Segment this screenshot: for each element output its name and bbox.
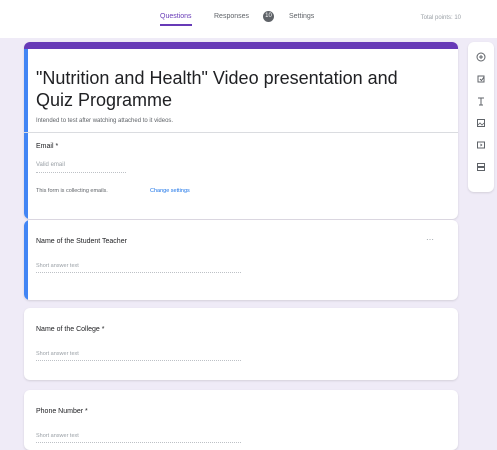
form-title-card[interactable]: "Nutrition and Health" Video presentatio… bbox=[24, 42, 458, 219]
form-description[interactable]: Intended to test after watching attached… bbox=[36, 118, 173, 124]
divider bbox=[24, 132, 458, 133]
short-answer-placeholder: Short answer text bbox=[36, 263, 79, 269]
add-title-icon[interactable] bbox=[476, 96, 486, 106]
email-field-line bbox=[36, 172, 126, 173]
answer-line bbox=[36, 272, 241, 273]
top-bar: Questions Responses 10 Settings Total po… bbox=[0, 0, 497, 38]
add-image-icon[interactable] bbox=[476, 118, 486, 128]
import-questions-icon[interactable] bbox=[476, 74, 486, 84]
question-label[interactable]: Name of the College * bbox=[36, 326, 104, 333]
question-card[interactable]: Phone Number * Short answer text bbox=[24, 390, 458, 450]
short-answer-placeholder: Short answer text bbox=[36, 433, 79, 439]
tab-questions[interactable]: Questions bbox=[160, 13, 192, 26]
question-card[interactable]: Name of the College * Short answer text bbox=[24, 308, 458, 380]
form-title[interactable]: "Nutrition and Health" Video presentatio… bbox=[36, 67, 436, 111]
question-card[interactable]: Name of the Student Teacher ⋯ Short answ… bbox=[24, 220, 458, 300]
answer-line bbox=[36, 442, 241, 443]
focus-indicator bbox=[24, 49, 28, 219]
focus-indicator bbox=[24, 220, 28, 300]
add-section-icon[interactable] bbox=[476, 162, 486, 172]
email-placeholder: Valid email bbox=[36, 162, 65, 168]
email-collection-note: This form is collecting emails. bbox=[36, 188, 108, 194]
short-answer-placeholder: Short answer text bbox=[36, 351, 79, 357]
drag-handle-icon[interactable]: ⋯ bbox=[426, 235, 434, 244]
email-label: Email * bbox=[36, 143, 59, 150]
floating-toolbar bbox=[468, 42, 494, 192]
total-points: Total points: 10 bbox=[420, 15, 461, 21]
question-label[interactable]: Name of the Student Teacher bbox=[36, 238, 127, 245]
question-label[interactable]: Phone Number * bbox=[36, 408, 88, 415]
responses-count-badge: 10 bbox=[263, 11, 274, 22]
add-video-icon[interactable] bbox=[476, 140, 486, 150]
tab-settings[interactable]: Settings bbox=[289, 13, 314, 24]
add-question-icon[interactable] bbox=[476, 52, 486, 62]
change-settings-link[interactable]: Change settings bbox=[150, 188, 190, 194]
tab-responses[interactable]: Responses bbox=[214, 13, 249, 24]
answer-line bbox=[36, 360, 241, 361]
